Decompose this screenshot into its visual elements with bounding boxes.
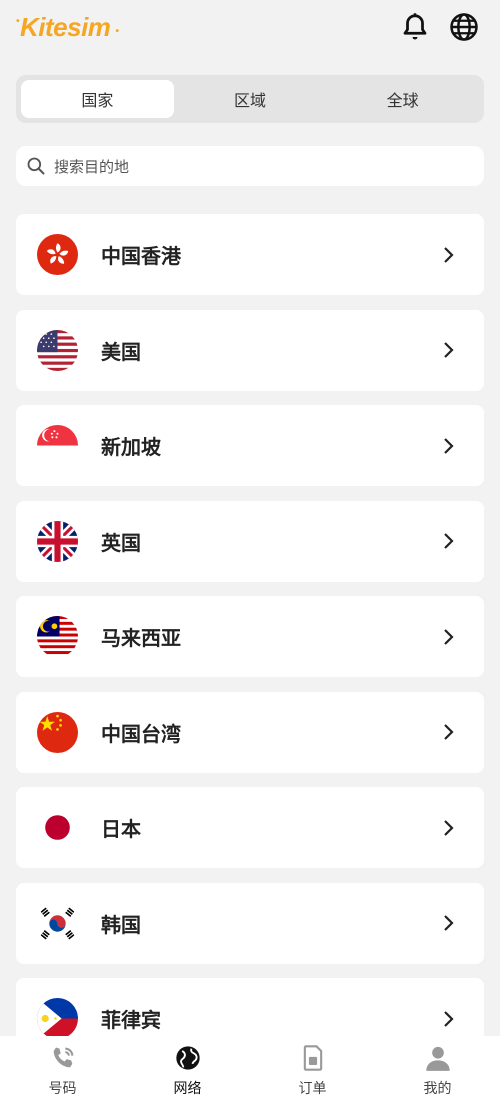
chevron-right-icon — [444, 533, 454, 549]
philippines-flag-icon — [37, 998, 78, 1039]
chevron-right-icon — [444, 628, 454, 645]
globe-icon[interactable] — [449, 12, 479, 42]
country-item-malaysia[interactable]: 马来西亚 — [16, 596, 484, 677]
app-logo: • Kitesim • — [16, 12, 119, 42]
country-item-south-korea[interactable]: 韩国 — [16, 882, 484, 964]
tab-label: 网络 — [173, 1081, 202, 1097]
country-name: 日本 — [101, 817, 141, 841]
country-item-singapore[interactable]: 新加坡 — [16, 405, 484, 486]
country-item-usa[interactable]: 美国 — [16, 309, 484, 391]
search-input[interactable]: 搜索目的地 — [16, 146, 484, 186]
country-name: 新加坡 — [101, 435, 161, 459]
country-name: 英国 — [101, 530, 141, 555]
chevron-right-icon — [444, 724, 454, 740]
country-name: 韩国 — [101, 912, 141, 937]
country-name: 菲律宾 — [101, 1008, 161, 1032]
tab-global[interactable]: 全球 — [326, 80, 479, 118]
japan-flag-icon — [37, 807, 78, 848]
tab-numbers[interactable]: 号码 — [0, 1036, 125, 1104]
country-name: 马来西亚 — [101, 626, 181, 650]
tab-label: 我的 — [423, 1081, 452, 1097]
tab-network[interactable]: 网络 — [125, 1036, 250, 1104]
hong-kong-flag-icon — [37, 234, 78, 275]
chevron-right-icon — [444, 342, 454, 358]
tab-profile[interactable]: 我的 — [375, 1036, 500, 1104]
app-header: • Kitesim • — [0, 0, 500, 60]
usa-flag-icon — [37, 329, 78, 371]
search-placeholder: 搜索目的地 — [54, 157, 130, 176]
phone-icon — [53, 1047, 73, 1068]
country-list: 中国香港 美国 新加坡 英国 马来西亚 中国台湾 日本 韩国 菲律宾 — [16, 214, 484, 1074]
chevron-right-icon — [444, 915, 454, 931]
globe-icon — [175, 1046, 200, 1070]
search-icon — [27, 157, 45, 175]
person-icon — [425, 1046, 450, 1071]
region-segment-control: 国家 区域 全球 — [16, 75, 484, 123]
tab-label: 号码 — [48, 1081, 77, 1097]
country-item-hong-kong[interactable]: 中国香港 — [16, 214, 484, 295]
uk-flag-icon — [37, 520, 78, 562]
taiwan-flag-icon — [37, 711, 78, 753]
country-name: 中国香港 — [101, 244, 181, 268]
tab-orders[interactable]: 订单 — [250, 1036, 375, 1104]
malaysia-flag-icon — [37, 616, 78, 657]
bottom-tab-bar: 号码 网络 订单 我的 — [0, 1036, 500, 1104]
country-name: 中国台湾 — [101, 721, 181, 746]
tab-region[interactable]: 区域 — [174, 80, 327, 118]
chevron-right-icon — [444, 246, 454, 263]
country-item-uk[interactable]: 英国 — [16, 500, 484, 582]
chevron-right-icon — [444, 819, 454, 836]
sim-card-icon — [303, 1045, 322, 1071]
country-item-japan[interactable]: 日本 — [16, 787, 484, 868]
south-korea-flag-icon — [37, 902, 78, 944]
country-name: 美国 — [101, 339, 141, 364]
chevron-right-icon — [444, 437, 454, 454]
chevron-right-icon — [444, 1010, 454, 1027]
tab-label: 订单 — [298, 1081, 327, 1097]
singapore-flag-icon — [37, 425, 78, 466]
country-item-taiwan[interactable]: 中国台湾 — [16, 691, 484, 773]
tab-country[interactable]: 国家 — [21, 80, 174, 118]
bell-icon[interactable] — [400, 12, 430, 42]
